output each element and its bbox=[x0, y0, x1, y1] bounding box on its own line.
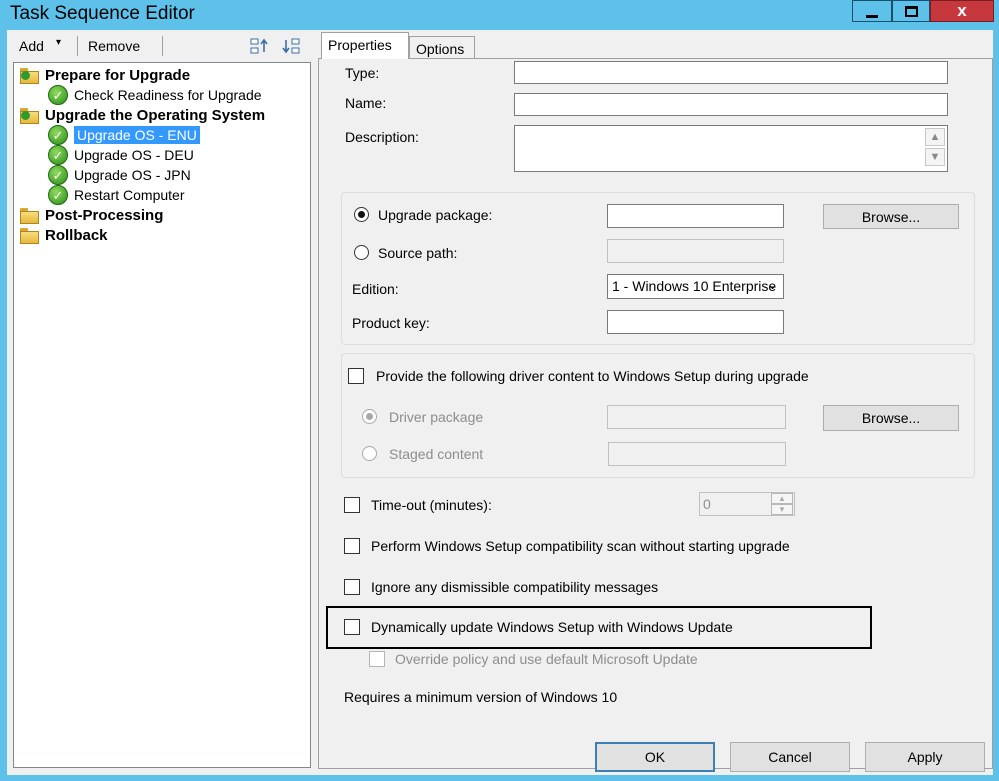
tree-step-label: Check Readiness for Upgrade bbox=[74, 87, 262, 103]
spin-up-icon: ▲ bbox=[771, 493, 793, 504]
check-icon: ✓ bbox=[48, 165, 68, 185]
override-policy-checkbox bbox=[369, 651, 385, 667]
tree-group-upgrade-os[interactable]: Upgrade the Operating System bbox=[20, 105, 265, 125]
name-input[interactable] bbox=[514, 93, 948, 116]
tree-group-label: Rollback bbox=[45, 226, 108, 244]
toolbar-divider bbox=[162, 36, 163, 56]
task-sequence-tree[interactable]: Prepare for Upgrade ✓ Check Readiness fo… bbox=[13, 62, 311, 768]
type-field bbox=[514, 61, 948, 84]
check-icon: ✓ bbox=[48, 185, 68, 205]
description-label: Description: bbox=[345, 129, 419, 145]
tree-group-label: Post-Processing bbox=[45, 206, 164, 224]
scroll-up-icon[interactable]: ▲ bbox=[925, 128, 945, 146]
apply-button[interactable]: Apply bbox=[865, 742, 985, 772]
check-icon: ✓ bbox=[48, 85, 68, 105]
timeout-spinner: 0 ▲ ▼ bbox=[699, 492, 795, 516]
scroll-down-icon[interactable]: ▼ bbox=[925, 148, 945, 166]
move-down-icon[interactable] bbox=[280, 36, 302, 56]
upgrade-package-field[interactable] bbox=[607, 204, 784, 228]
ignore-messages-checkbox[interactable] bbox=[344, 579, 360, 595]
driver-content-checkbox[interactable] bbox=[348, 368, 364, 384]
maximize-icon bbox=[904, 5, 918, 17]
toolbar-divider bbox=[77, 36, 78, 56]
tree-group-label: Prepare for Upgrade bbox=[45, 66, 191, 84]
upgrade-package-label: Upgrade package: bbox=[378, 207, 493, 223]
folder-icon bbox=[20, 228, 39, 244]
add-menu-button[interactable]: Add bbox=[19, 38, 44, 54]
ignore-messages-label: Ignore any dismissible compatibility mes… bbox=[371, 579, 659, 595]
name-label: Name: bbox=[345, 95, 387, 111]
window-client-area: Add ▾ Remove Prepare for Upgrade ✓ Check… bbox=[7, 30, 993, 775]
edition-label: Edition: bbox=[352, 281, 399, 297]
tree-step-restart[interactable]: ✓ Restart Computer bbox=[48, 185, 184, 205]
tree-group-label: Upgrade the Operating System bbox=[45, 106, 266, 124]
edition-value: 1 - Windows 10 Enterprise bbox=[612, 278, 777, 294]
tree-group-prepare[interactable]: Prepare for Upgrade bbox=[20, 65, 190, 85]
source-path-label: Source path: bbox=[378, 245, 458, 261]
chevron-down-icon: ⌄ bbox=[767, 277, 778, 292]
product-key-input[interactable] bbox=[607, 310, 784, 334]
properties-panel: Type: Name: Description: ▲ ▼ Upgrade pac… bbox=[318, 58, 993, 769]
compat-scan-label: Perform Windows Setup compatibility scan… bbox=[371, 538, 790, 554]
tree-step-label: Upgrade OS - DEU bbox=[74, 147, 194, 163]
source-path-field bbox=[607, 239, 784, 263]
driver-package-radio bbox=[362, 409, 377, 424]
description-input[interactable]: ▲ ▼ bbox=[514, 125, 948, 172]
move-up-icon[interactable] bbox=[248, 36, 270, 56]
type-label: Type: bbox=[345, 65, 380, 81]
spin-down-icon: ▼ bbox=[771, 504, 793, 515]
staged-content-field bbox=[608, 442, 786, 466]
remove-button[interactable]: Remove bbox=[88, 38, 140, 54]
timeout-value: 0 bbox=[703, 496, 711, 512]
edition-select[interactable]: 1 - Windows 10 Enterprise ⌄ bbox=[607, 274, 784, 299]
requires-note: Requires a minimum version of Windows 10 bbox=[344, 689, 618, 705]
folder-icon bbox=[20, 68, 39, 84]
tree-step-check-readiness[interactable]: ✓ Check Readiness for Upgrade bbox=[48, 85, 262, 105]
sequence-toolbar: Add ▾ Remove bbox=[7, 32, 313, 60]
driver-content-label: Provide the following driver content to … bbox=[376, 368, 809, 384]
tab-properties[interactable]: Properties bbox=[321, 32, 409, 59]
window-title: Task Sequence Editor bbox=[10, 3, 195, 24]
product-key-label: Product key: bbox=[352, 315, 430, 331]
staged-content-label: Staged content bbox=[389, 446, 484, 462]
driver-package-label: Driver package bbox=[389, 409, 484, 425]
folder-icon bbox=[20, 108, 39, 124]
tree-step-label: Restart Computer bbox=[74, 187, 185, 203]
staged-content-radio bbox=[362, 446, 377, 461]
minimize-icon bbox=[866, 14, 878, 18]
close-button[interactable]: x bbox=[930, 0, 994, 22]
tree-group-rollback[interactable]: Rollback bbox=[20, 225, 108, 245]
folder-icon bbox=[20, 208, 39, 224]
source-path-radio[interactable] bbox=[354, 245, 369, 260]
browse-package-button[interactable]: Browse... bbox=[823, 204, 959, 229]
browse-driver-button[interactable]: Browse... bbox=[823, 405, 959, 431]
tree-step-label: Upgrade OS - JPN bbox=[74, 167, 191, 183]
tree-step-upgrade-deu[interactable]: ✓ Upgrade OS - DEU bbox=[48, 145, 194, 165]
tree-group-post-processing[interactable]: Post-Processing bbox=[20, 205, 163, 225]
minimize-button[interactable] bbox=[852, 0, 892, 22]
driver-package-field bbox=[607, 405, 786, 429]
timeout-checkbox[interactable] bbox=[344, 497, 360, 513]
chevron-down-icon[interactable]: ▾ bbox=[56, 37, 61, 48]
maximize-button[interactable] bbox=[892, 0, 930, 22]
override-policy-label: Override policy and use default Microsof… bbox=[395, 651, 698, 667]
cancel-button[interactable]: Cancel bbox=[730, 742, 850, 772]
compat-scan-checkbox[interactable] bbox=[344, 538, 360, 554]
tree-step-upgrade-jpn[interactable]: ✓ Upgrade OS - JPN bbox=[48, 165, 191, 185]
check-icon: ✓ bbox=[48, 125, 68, 145]
upgrade-package-radio[interactable] bbox=[354, 207, 369, 222]
tab-options[interactable]: Options bbox=[409, 36, 475, 60]
tree-step-label-selected: Upgrade OS - ENU bbox=[74, 126, 200, 144]
callout-highlight bbox=[326, 606, 872, 649]
ok-button[interactable]: OK bbox=[595, 742, 715, 772]
title-bar: Task Sequence Editor x bbox=[0, 0, 999, 30]
tree-step-upgrade-enu[interactable]: ✓ Upgrade OS - ENU bbox=[48, 125, 200, 145]
close-icon: x bbox=[957, 1, 967, 20]
timeout-label: Time-out (minutes): bbox=[371, 497, 492, 513]
check-icon: ✓ bbox=[48, 145, 68, 165]
